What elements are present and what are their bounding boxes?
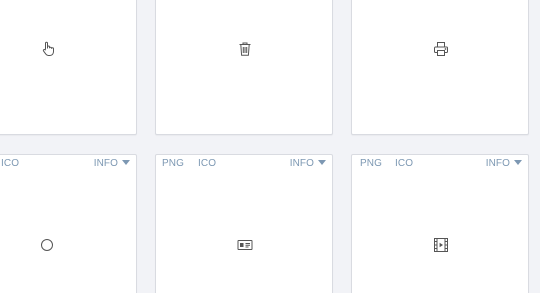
icon-card[interactable]: PNG ICO INFO [351,154,529,293]
icon-card[interactable]: PNG ICO INFO [155,154,333,293]
card-toolbar: PNG ICO INFO [352,155,528,173]
caret-down-icon [122,160,130,165]
info-dropdown[interactable]: INFO [94,159,130,169]
format-tag-ico[interactable]: ICO [1,159,19,169]
caret-down-icon [514,160,522,165]
icon-grid: ICO INFO PNG ICO INFO PNG ICO INFO [0,0,540,293]
card-toolbar: PNG ICO INFO [156,155,332,173]
icon-card[interactable] [155,0,333,135]
caret-down-icon [318,160,326,165]
info-label: INFO [485,158,510,169]
film-icon[interactable] [433,237,449,253]
info-label: INFO [93,158,118,169]
id-card-icon[interactable] [237,237,253,253]
icon-card[interactable] [0,0,137,135]
info-dropdown[interactable]: INFO [486,159,522,169]
info-label: INFO [289,158,314,169]
trash-icon[interactable] [237,41,253,57]
hand-pointer-icon[interactable] [40,41,56,57]
format-tag-png[interactable]: PNG [360,159,382,169]
info-dropdown[interactable]: INFO [290,159,326,169]
icon-card[interactable]: ICO INFO [0,154,137,293]
card-toolbar: ICO INFO [0,155,136,173]
icon-card[interactable] [351,0,529,135]
print-icon[interactable] [433,41,449,57]
format-tag-ico[interactable]: ICO [395,159,413,169]
format-tag-ico[interactable]: ICO [198,159,216,169]
format-tag-png[interactable]: PNG [162,159,184,169]
circle-icon[interactable] [39,237,55,253]
